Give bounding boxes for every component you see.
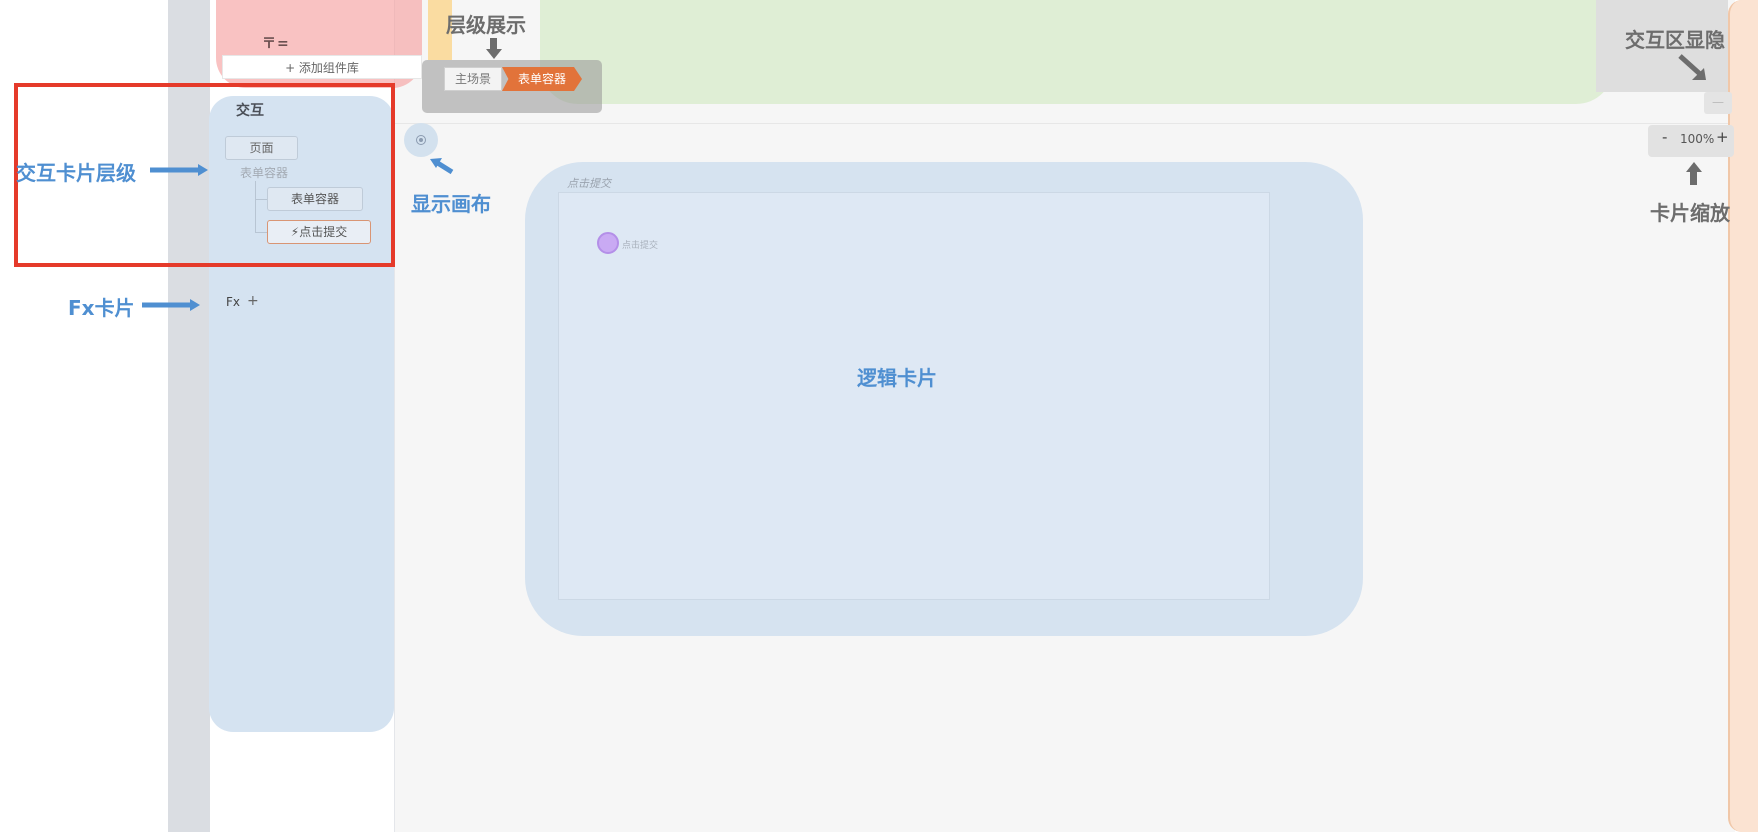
arrow-right-icon — [142, 299, 200, 311]
annotation-interaction-toggle: 交互区显隐 — [1625, 28, 1725, 52]
annotation-interaction-card-levels: 交互卡片层级 — [16, 161, 136, 185]
canvas-divider — [395, 123, 1735, 124]
breadcrumb-item-form-container[interactable]: 表单容器 — [502, 67, 582, 91]
annotation-hierarchy-display: 层级展示 — [446, 13, 526, 37]
arrow-down-right-icon — [1678, 54, 1706, 80]
annotation-show-canvas: 显示画布 — [411, 192, 491, 216]
fx-card-label: Fx — [226, 295, 241, 309]
annotation-fx-card: Fx卡片 — [68, 296, 135, 320]
arrow-up-left-icon — [430, 158, 454, 175]
event-node[interactable] — [597, 232, 619, 254]
event-node-label: 点击提交 — [622, 241, 659, 251]
minimize-button[interactable]: — — [1704, 92, 1732, 114]
zoom-out-button[interactable]: - — [1662, 128, 1667, 146]
logic-card[interactable] — [558, 192, 1270, 600]
scene-region — [540, 0, 1614, 104]
zoom-in-button[interactable]: + — [1716, 128, 1729, 146]
annotation-logic-card: 逻辑卡片 — [857, 366, 937, 390]
logic-card-caption: 点击提交 — [567, 177, 611, 190]
add-component-library-button[interactable]: + 添加组件库 — [222, 55, 422, 79]
zoom-level: 100% — [1680, 132, 1715, 146]
fx-add-icon[interactable]: + — [247, 293, 259, 309]
component-library-icon[interactable]: 〒= — [262, 33, 290, 53]
arrow-right-icon — [150, 164, 208, 176]
breadcrumb-item-main-scene[interactable]: 主场景 — [444, 67, 502, 91]
arrow-down-icon — [486, 38, 502, 59]
target-icon-center — [419, 138, 423, 142]
arrow-up-icon — [1686, 162, 1702, 185]
annotation-card-zoom: 卡片缩放 — [1650, 201, 1730, 225]
right-panel-edge — [1728, 0, 1758, 832]
